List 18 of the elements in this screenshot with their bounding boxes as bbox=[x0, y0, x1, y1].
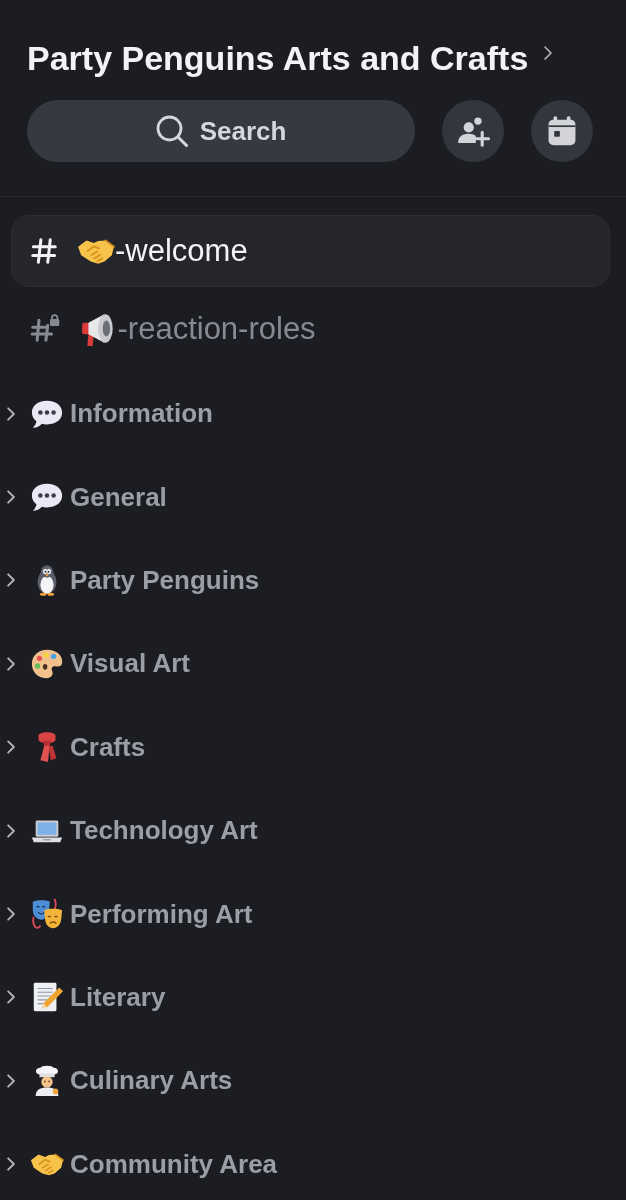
category-item[interactable]: Community Area bbox=[0, 1122, 626, 1200]
theater-masks-icon bbox=[30, 897, 64, 932]
person-add-icon bbox=[456, 114, 490, 148]
category-item[interactable]: Culinary Arts bbox=[0, 1039, 626, 1123]
category-item[interactable]: Crafts bbox=[0, 705, 626, 789]
search-icon bbox=[155, 115, 188, 147]
category-item[interactable]: Technology Art bbox=[0, 788, 626, 873]
category-item[interactable]: Visual Art bbox=[0, 622, 626, 706]
category-item[interactable]: Party Penguins bbox=[0, 538, 626, 623]
server-name-button[interactable]: Party Penguins Arts and Crafts bbox=[27, 38, 553, 78]
channel-item[interactable]: -reaction-roles bbox=[11, 293, 610, 365]
search-button[interactable]: Search bbox=[27, 100, 415, 162]
category-item[interactable]: General bbox=[0, 455, 626, 539]
chevron-icon bbox=[544, 46, 553, 60]
category-item[interactable]: Performing Art bbox=[0, 872, 626, 956]
category-item[interactable]: Information bbox=[0, 372, 626, 456]
channel-item[interactable]: -welcome bbox=[11, 215, 610, 287]
category-item[interactable]: Literary bbox=[0, 955, 626, 1040]
